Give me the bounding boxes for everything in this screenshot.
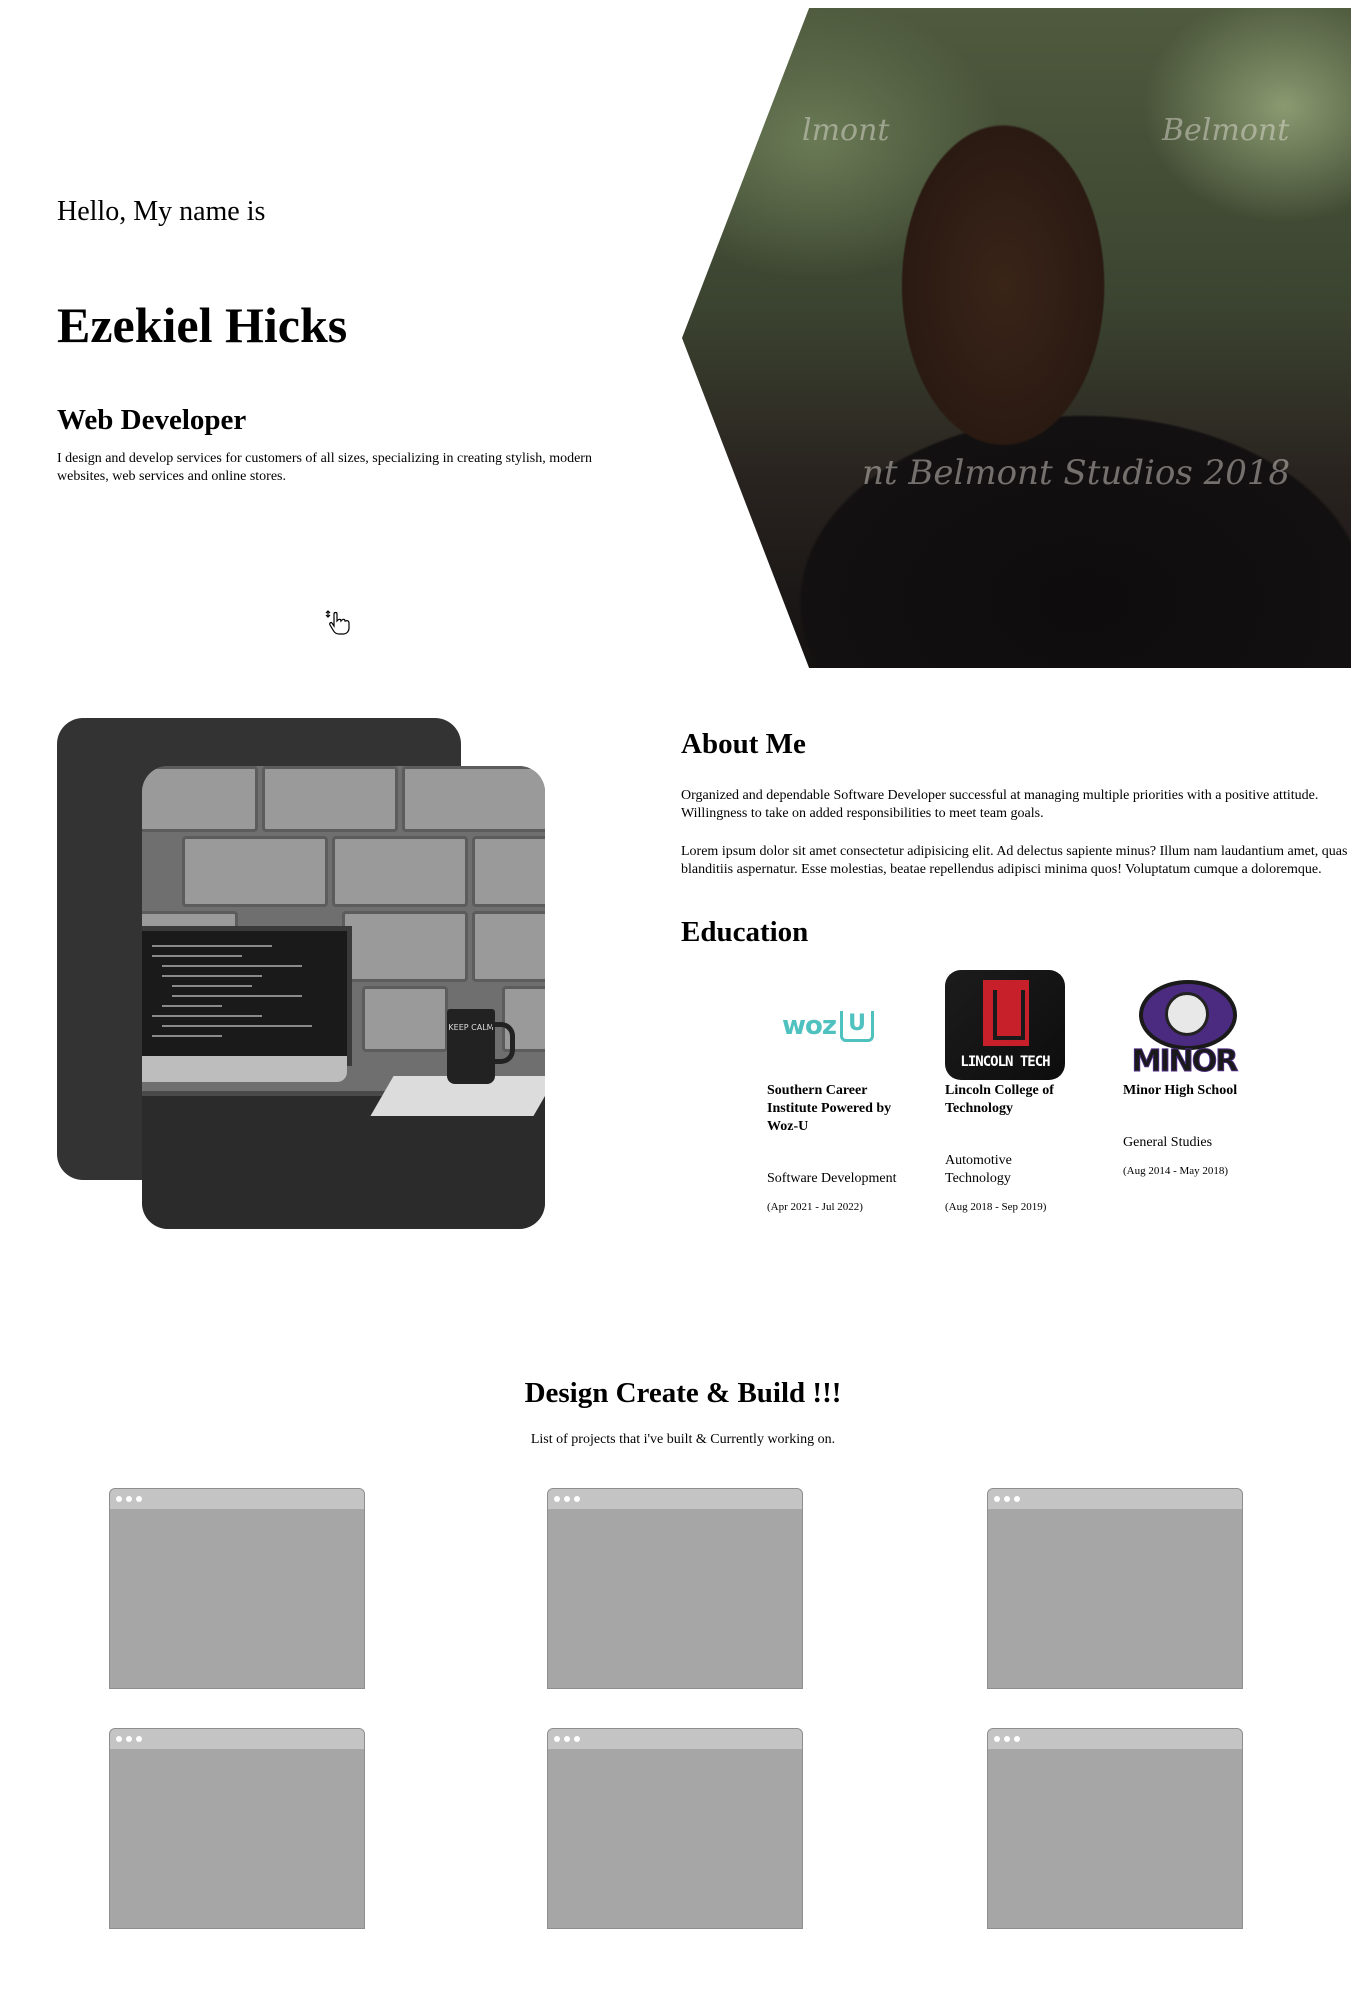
project-card[interactable] bbox=[987, 1488, 1243, 1689]
about-title: About Me bbox=[681, 728, 806, 760]
hero-role: Web Developer bbox=[57, 404, 247, 436]
projects-title: Design Create & Build !!! bbox=[524, 1377, 842, 1409]
photo-watermark: Belmont bbox=[1162, 113, 1290, 148]
project-card[interactable] bbox=[109, 1728, 365, 1929]
coffee-mug: KEEP CALM bbox=[447, 1009, 495, 1084]
school-card: LINCOLN TECH Lincoln College of Technolo… bbox=[945, 970, 1075, 1213]
tiger-icon bbox=[1165, 992, 1209, 1036]
mug-text: KEEP CALM bbox=[448, 1023, 494, 1032]
school-dates: (Apr 2021 - Jul 2022) bbox=[767, 1201, 863, 1213]
school-name: Lincoln College of Technology bbox=[945, 1083, 1054, 1116]
project-card[interactable] bbox=[109, 1488, 365, 1689]
school-degree: Automotive Technology bbox=[945, 1153, 1012, 1186]
project-card[interactable] bbox=[547, 1728, 803, 1929]
minor-high-logo: MINOR bbox=[1123, 970, 1245, 1082]
woz-logo-text: woz bbox=[781, 1011, 837, 1041]
about-paragraph: Organized and dependable Software Develo… bbox=[681, 788, 1319, 821]
about-image: KEEP CALM bbox=[142, 766, 545, 1229]
about-paragraph: Lorem ipsum dolor sit amet consectetur a… bbox=[681, 844, 1348, 877]
profile-photo: lmont Belmont nt Belmont Studios 2018 bbox=[682, 8, 1351, 668]
minor-logo-text: MINOR bbox=[1131, 1044, 1239, 1080]
school-dates: (Aug 2014 - May 2018) bbox=[1123, 1165, 1229, 1177]
education-title: Education bbox=[681, 916, 809, 948]
hero-bio: I design and develop services for custom… bbox=[57, 451, 592, 484]
laptop-base bbox=[142, 1056, 347, 1082]
lincoln-logo-text: LINCOLN TECH bbox=[960, 1054, 1050, 1070]
school-name: Minor High School bbox=[1123, 1083, 1238, 1098]
laptop-screen bbox=[142, 926, 352, 1066]
project-card[interactable] bbox=[987, 1728, 1243, 1929]
school-degree: Software Development bbox=[767, 1171, 897, 1186]
photo-watermark: lmont bbox=[802, 113, 890, 148]
hand-cursor-icon bbox=[325, 608, 353, 636]
school-dates: (Aug 2018 - Sep 2019) bbox=[945, 1201, 1047, 1213]
greeting-text: Hello, My name is bbox=[57, 196, 266, 227]
woz-logo-box: U bbox=[840, 1010, 874, 1042]
school-name: Southern Career Institute Powered by Woz… bbox=[767, 1083, 892, 1134]
hero-name: Ezekiel Hicks bbox=[57, 297, 348, 353]
school-card: MINOR Minor High School General Studies … bbox=[1123, 970, 1253, 1177]
photo-watermark: nt Belmont Studios 2018 bbox=[862, 453, 1291, 493]
woz-u-logo: woz U bbox=[767, 970, 889, 1082]
projects-subtitle: List of projects that i've built & Curre… bbox=[530, 1432, 836, 1447]
lincoln-tech-logo: LINCOLN TECH bbox=[945, 970, 1065, 1080]
project-card[interactable] bbox=[547, 1488, 803, 1689]
school-degree: General Studies bbox=[1123, 1135, 1213, 1150]
school-card: woz U Southern Career Institute Powered … bbox=[767, 970, 897, 1213]
